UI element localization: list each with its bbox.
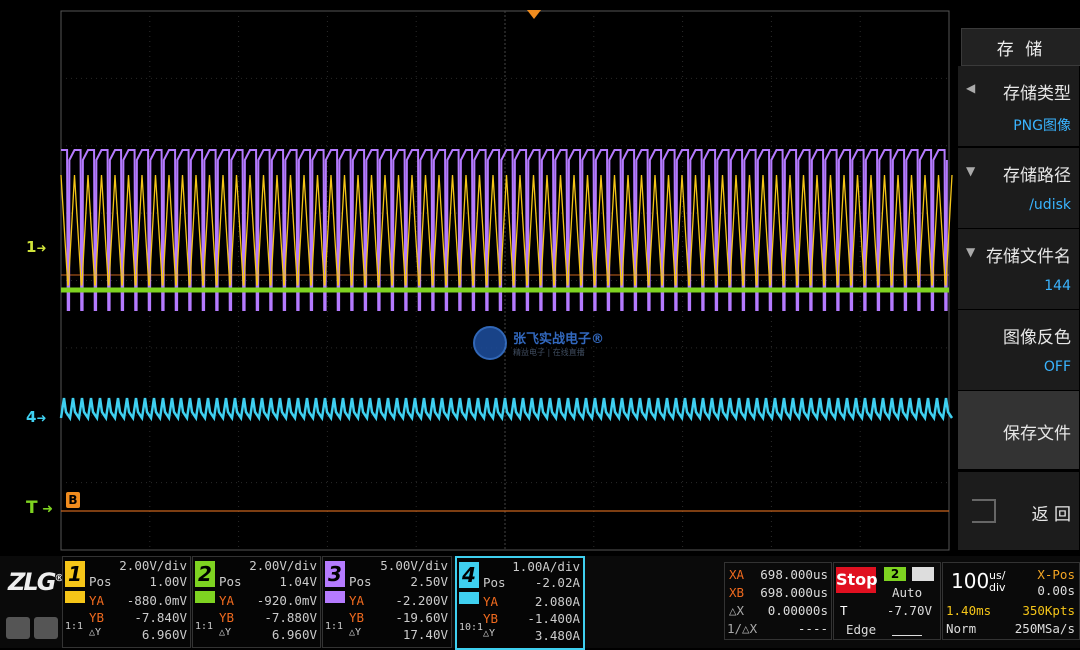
probe-ratio: 1:1 bbox=[195, 621, 214, 632]
oscilloscope-screen: 1➜ 4➜ T ➜ B 张飞实战电子® 精益电子 | 在线直播 存 储 ◀ 存储… bbox=[0, 0, 1080, 650]
dy-label: △Y bbox=[483, 628, 496, 639]
run-stop-status[interactable]: Stop bbox=[836, 567, 878, 593]
dy-label: △Y bbox=[219, 627, 232, 638]
waveform-grid bbox=[59, 10, 954, 551]
channel-1-marker[interactable]: 1➜ bbox=[26, 238, 47, 256]
ya-label: YA bbox=[483, 594, 499, 609]
pos-label: Pos bbox=[89, 574, 112, 589]
channel-pos: -2.02A bbox=[534, 575, 580, 590]
coupling-icon bbox=[325, 591, 345, 603]
ya-label: YA bbox=[349, 593, 365, 608]
dy-label: △Y bbox=[89, 627, 102, 638]
exit-icon bbox=[972, 499, 996, 523]
channel-scale: 2.00V/div bbox=[119, 558, 187, 573]
menu-item-file-name[interactable]: ▼ 存储文件名 144 bbox=[958, 229, 1079, 311]
yb-label: YB bbox=[483, 611, 499, 626]
channel-pos: 2.50V bbox=[410, 574, 448, 589]
yb-label: YB bbox=[89, 610, 105, 625]
watermark-subtitle: 精益电子 | 在线直播 bbox=[513, 348, 585, 357]
ya-value: -880.0mV bbox=[126, 593, 187, 608]
channel-1-info[interactable]: 1 1:1 2.00V/div Pos 1.00V YA -880.0mV YB -7.840V… bbox=[62, 556, 191, 648]
ya-label: YA bbox=[219, 593, 235, 608]
dy-value: 6.960V bbox=[141, 627, 187, 642]
channel-3-info[interactable]: 3 1:1 5.00V/div Pos 2.50V YA -2.200V YB -19.60V △… bbox=[322, 556, 452, 648]
cursor-mode-icon[interactable] bbox=[6, 617, 30, 639]
channel-4-info[interactable]: 4 10:1 1.00A/div Pos -2.02A YA 2.080A YB -1.400A… bbox=[455, 556, 585, 650]
pos-label: Pos bbox=[483, 575, 506, 590]
save-file-button[interactable]: 保存文件 bbox=[958, 391, 1079, 471]
channel-4-marker[interactable]: 4➜ bbox=[26, 408, 47, 426]
probe-ratio: 10:1 bbox=[459, 622, 484, 633]
chevron-down-icon: ▼ bbox=[966, 245, 976, 259]
yb-value: -1.400A bbox=[527, 611, 580, 626]
ya-label: YA bbox=[89, 593, 105, 608]
trigger-source-badge: 2 bbox=[884, 567, 906, 581]
channel-number-badge: 3 bbox=[325, 561, 345, 587]
ya-value: -920.0mV bbox=[256, 593, 317, 608]
screenshot-icon[interactable] bbox=[34, 617, 58, 639]
dy-value: 17.40V bbox=[402, 627, 448, 642]
probe-ratio: 1:1 bbox=[65, 621, 84, 632]
probe-ratio: 1:1 bbox=[325, 621, 344, 632]
trigger-menu-icon bbox=[912, 567, 934, 581]
watermark-logo-icon bbox=[473, 326, 507, 360]
arrow-left-icon: ◀ bbox=[966, 81, 976, 95]
dy-value: 3.480A bbox=[534, 628, 580, 643]
yb-label: YB bbox=[349, 610, 365, 625]
coupling-icon bbox=[195, 591, 215, 603]
chevron-down-icon: ▼ bbox=[966, 164, 976, 178]
cursor-panel: XA 698.000us XB 698.000us △X 0.00000s 1/… bbox=[724, 562, 832, 640]
bus-marker: B bbox=[66, 492, 80, 508]
channel-scale: 1.00A/div bbox=[512, 559, 580, 574]
ya-value: 2.080A bbox=[534, 594, 580, 609]
channel-pos: 1.04V bbox=[279, 574, 317, 589]
yb-label: YB bbox=[219, 610, 235, 625]
channel-pos: 1.00V bbox=[149, 574, 187, 589]
pos-label: Pos bbox=[349, 574, 372, 589]
dy-label: △Y bbox=[349, 627, 362, 638]
menu-title: 存 储 bbox=[961, 28, 1080, 66]
yb-value: -19.60V bbox=[395, 610, 448, 625]
watermark-title: 张飞实战电子® bbox=[513, 332, 605, 347]
back-button[interactable]: 返 回 bbox=[958, 472, 1079, 552]
timebase-panel[interactable]: 100 us/ div X-Pos 0.00s 1.40ms 350Kpts N… bbox=[942, 562, 1080, 640]
channel-2-info[interactable]: 2 1:1 2.00V/div Pos 1.04V YA -920.0mV YB -7.880V… bbox=[192, 556, 321, 648]
rising-edge-icon bbox=[892, 623, 922, 636]
channel-scale: 2.00V/div bbox=[249, 558, 317, 573]
logo: ZLG® bbox=[8, 568, 64, 596]
pos-label: Pos bbox=[219, 574, 242, 589]
yb-value: -7.880V bbox=[264, 610, 317, 625]
menu-item-invert-image[interactable]: 图像反色 OFF bbox=[958, 310, 1079, 392]
menu-item-save-type[interactable]: ◀ 存储类型 PNG图像 bbox=[958, 66, 1079, 148]
menu-item-save-path[interactable]: ▼ 存储路径 /udisk bbox=[958, 148, 1079, 230]
watermark: 张飞实战电子® 精益电子 | 在线直播 bbox=[473, 326, 604, 360]
channel-number-badge: 4 bbox=[459, 562, 479, 588]
dy-value: 6.960V bbox=[271, 627, 317, 642]
channel-scale: 5.00V/div bbox=[380, 558, 448, 573]
yb-value: -7.840V bbox=[134, 610, 187, 625]
channel-number-badge: 1 bbox=[65, 561, 85, 587]
trigger-panel[interactable]: Stop 2 Auto T -7.70V Edge bbox=[833, 562, 941, 640]
coupling-icon bbox=[459, 592, 479, 604]
ya-value: -2.200V bbox=[395, 593, 448, 608]
trigger-level-marker[interactable]: T ➜ bbox=[26, 498, 53, 518]
coupling-icon bbox=[65, 591, 85, 603]
channel-number-badge: 2 bbox=[195, 561, 215, 587]
